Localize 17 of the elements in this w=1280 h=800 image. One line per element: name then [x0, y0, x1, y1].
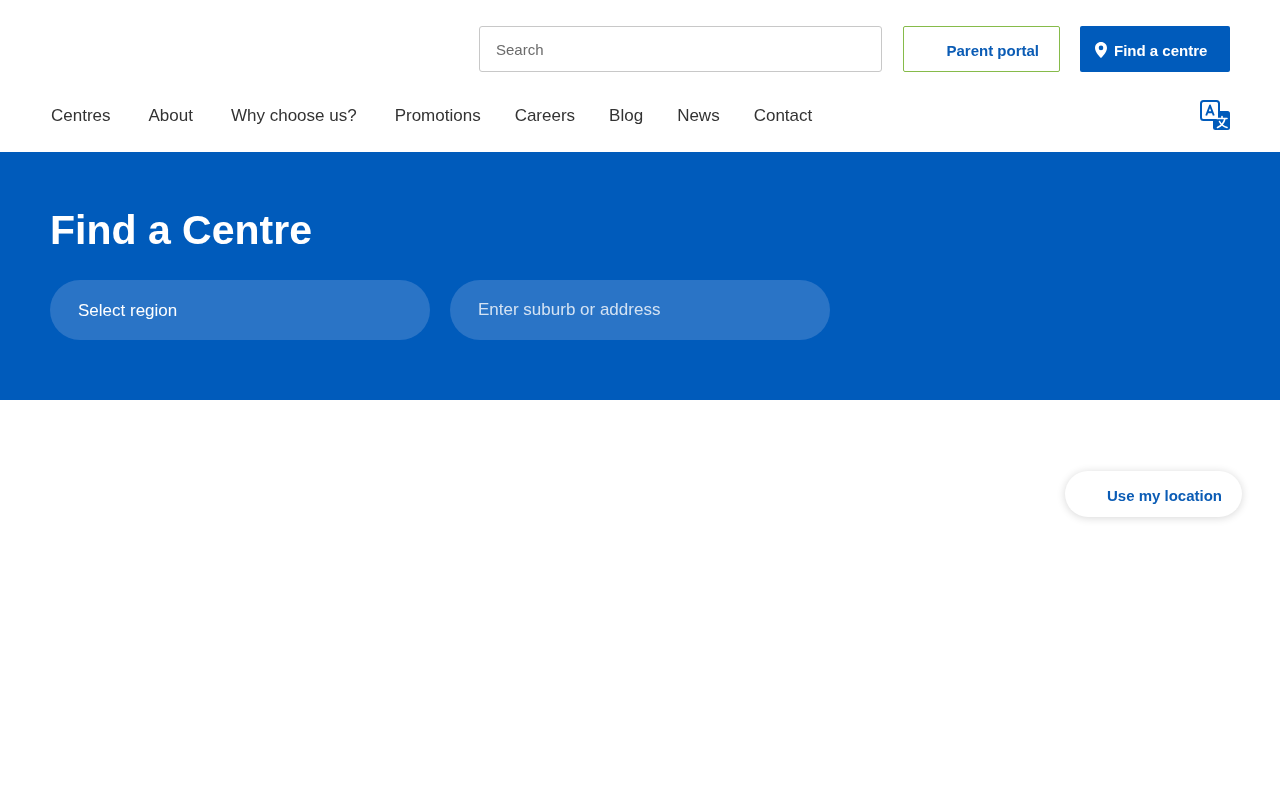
search-field[interactable]: Search	[479, 26, 882, 72]
use-location-button[interactable]: Use my location	[1064, 471, 1242, 517]
nav-link[interactable]: News	[677, 104, 720, 128]
region-select[interactable]: Select region	[50, 280, 430, 340]
address-field[interactable]: Enter suburb or address	[450, 280, 830, 340]
page-title: Find a Centre	[50, 206, 312, 255]
nav-link[interactable]: Centres	[51, 104, 111, 128]
nav-link[interactable]: Contact	[753, 104, 813, 128]
find-centre-button[interactable]: Find a centre	[1080, 26, 1230, 72]
nav-link[interactable]: About	[148, 104, 193, 128]
nav-link[interactable]: Careers	[514, 104, 576, 128]
nav-link[interactable]: Promotions	[394, 104, 481, 128]
nav-link[interactable]: Blog	[609, 104, 644, 128]
map-pin-icon	[1095, 42, 1107, 58]
nav-link[interactable]: Why choose us?	[230, 104, 357, 128]
translate-icon[interactable]	[1200, 100, 1230, 130]
parent-portal-button[interactable]: Parent portal	[903, 26, 1060, 72]
